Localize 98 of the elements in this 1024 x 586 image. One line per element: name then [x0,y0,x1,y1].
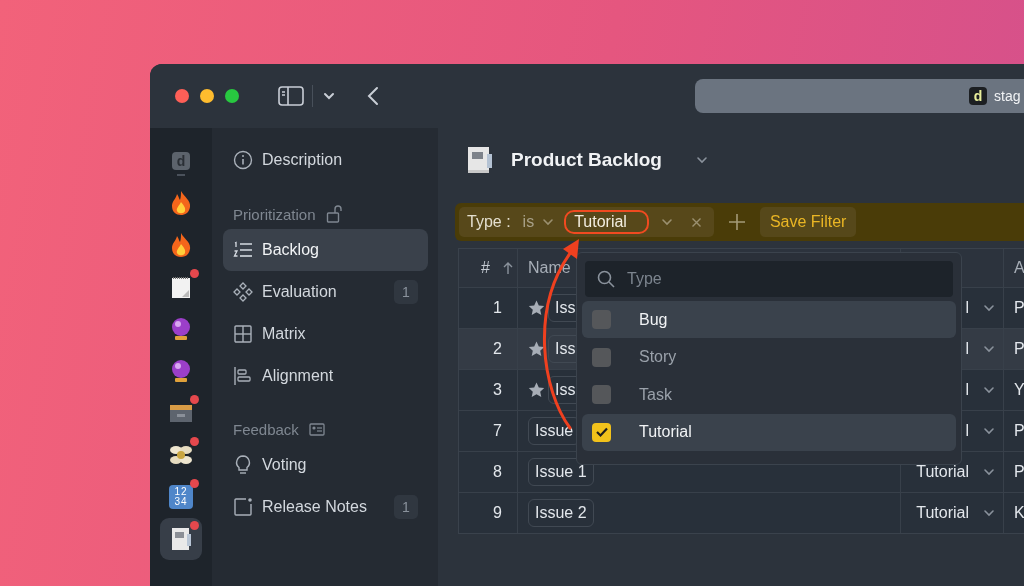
table-row[interactable]: 9 Issue 2 Tutorial K [459,492,1024,533]
nav-item[interactable]: Matrix [223,313,428,355]
table-cell: K [1014,504,1024,522]
unread-dot [190,395,199,404]
chevron-down-icon[interactable] [323,92,335,100]
close-button[interactable] [175,89,189,103]
count-badge: 1 [394,495,418,519]
note-icon [233,497,253,517]
table-cell: l [965,299,969,317]
nav-item[interactable]: Voting [223,444,428,486]
table-cell: Tutorial [916,504,969,522]
nav-item[interactable]: Backlog [223,229,428,271]
flame-icon [170,232,192,258]
flower-icon [169,443,193,467]
search-field[interactable]: Type [585,261,953,297]
checkbox[interactable] [592,347,611,367]
chevron-down-icon[interactable] [983,427,995,435]
close-icon[interactable] [690,216,702,228]
filter-value[interactable]: Tutorial [564,210,649,234]
column-header[interactable]: # [481,259,490,277]
chevron-down-icon[interactable] [983,468,995,476]
table-cell: P [1014,422,1024,440]
rail-item[interactable]: 12 34 [160,476,202,518]
star-icon[interactable] [528,382,545,398]
minimize-button[interactable] [200,89,214,103]
search-input[interactable]: Type [625,269,929,289]
crystal-ball-icon [170,317,192,341]
checkmark-icon [594,426,609,438]
checkbox[interactable] [592,385,611,404]
id-card-icon[interactable] [308,423,325,436]
sort-ascending-icon[interactable] [501,261,514,275]
table-cell: l [965,340,969,358]
table-cell: 3 [493,381,502,399]
unread-dot [190,437,199,446]
option-item[interactable]: Bug [582,301,956,338]
unread-dot [190,521,199,530]
padlock-icon[interactable] [325,205,342,223]
option-item[interactable]: Task [582,376,956,413]
plus-icon[interactable] [727,213,746,231]
table-cell: l [965,381,969,399]
table-cell: P [1014,340,1024,358]
table-cell: P [1014,463,1024,481]
table-cell: l [965,422,969,440]
nav-item[interactable]: Description [223,139,428,181]
chevron-down-icon[interactable] [696,156,708,164]
chevron-down-icon [542,218,555,226]
table-cell: 1 [493,299,502,317]
notepad-icon [170,275,192,299]
document-icon [465,144,495,176]
column-header[interactable]: A [1014,259,1024,277]
grid-icon [233,324,253,344]
flame-icon [170,190,192,216]
address-text: stag [994,88,1021,104]
table-cell: 7 [493,422,502,440]
info-icon [233,150,253,170]
table-cell: Tutorial [916,463,969,481]
file-box-icon [169,403,193,423]
document-icon [169,526,193,552]
align-left-icon [233,366,253,386]
lightbulb-icon [233,454,253,476]
chevron-down-icon[interactable] [983,386,995,394]
star-icon[interactable] [528,341,545,357]
nav-item[interactable]: Release Notes 1 [223,486,428,528]
option-item[interactable]: Tutorial [582,413,956,451]
rail-item[interactable] [160,518,202,560]
table-cell: Y [1014,381,1024,399]
unread-dot [190,479,199,488]
save-filter-button[interactable]: Save Filter [759,207,857,237]
page-title: Product Backlog [511,149,662,171]
search-icon [597,270,615,288]
sidebar-toggle-icon[interactable] [278,86,304,106]
section-label: Feedback [233,421,299,438]
zoom-button[interactable] [225,89,239,103]
table-cell: P [1014,299,1024,317]
nav-item[interactable]: Alignment [223,355,428,397]
section-label: Prioritization [233,205,316,223]
diamonds-icon [233,282,253,302]
back-icon[interactable] [367,86,379,106]
table-cell: 2 [493,340,502,358]
option-item[interactable]: Story [582,338,956,376]
count-badge: 1 [394,280,418,304]
number-keys-icon: 12 34 [169,485,193,509]
chevron-down-icon[interactable] [983,509,995,517]
table-cell: 9 [493,504,502,522]
star-icon[interactable] [528,300,545,316]
filter-field-label: Type : [467,213,511,231]
table-cell: 8 [493,463,502,481]
checkbox[interactable] [592,422,611,442]
chevron-down-icon[interactable] [983,345,995,353]
checkbox[interactable] [592,310,611,329]
address-bar[interactable]: d stag [695,79,1024,113]
chevron-down-icon[interactable] [983,304,995,312]
nav-item[interactable]: Evaluation 1 [223,271,428,313]
unread-dot [190,269,199,278]
numbered-list-icon [233,241,253,259]
site-logo: d [969,87,987,105]
crystal-ball-icon [170,359,192,383]
issue-tag[interactable]: Issue 2 [528,499,594,527]
